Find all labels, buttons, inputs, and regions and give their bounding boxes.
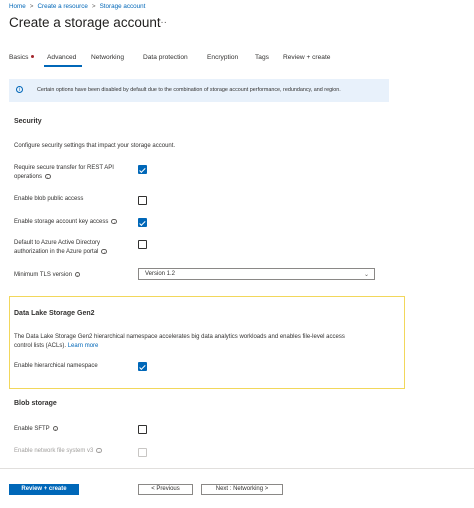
info-banner-text: Certain options have been disabled by de… [37,87,341,93]
tls-version-label: Minimum TLS version i [14,271,81,280]
breadcrumb-create-resource[interactable]: Create a resource [37,3,87,10]
tab-basics[interactable]: Basics [9,54,28,61]
security-heading: Security [14,118,42,125]
sftp-text: Enable SFTP [14,426,50,432]
blob-public-access-checkbox[interactable] [138,196,147,205]
previous-button[interactable]: < Previous [138,484,193,495]
default-aad-label-line1: Default to Azure Active Directory [14,240,101,246]
secure-transfer-checkbox[interactable] [138,165,147,174]
secure-transfer-label: Require secure transfer for REST API ope… [14,164,134,182]
default-aad-label-line2: authorization in the Azure portal [14,249,99,255]
account-key-access-label: Enable storage account key access i [14,218,117,227]
info-icon: i [16,86,23,93]
account-key-access-checkbox[interactable] [138,218,147,227]
chevron-right-icon: > [29,3,34,10]
footer-divider [0,468,474,469]
hierarchical-namespace-label: Enable hierarchical namespace [14,363,98,369]
tls-version-text: Minimum TLS version [14,272,72,278]
breadcrumb: Home > Create a resource > Storage account [9,3,145,10]
blob-public-access-text: Enable blob public access [14,196,84,202]
active-tab-indicator [44,65,82,67]
chevron-right-icon: > [91,3,96,10]
info-icon[interactable]: i [101,248,107,255]
secure-transfer-label-line2: operations [14,174,43,180]
info-icon[interactable]: i [111,218,117,225]
tls-version-select[interactable]: Version 1.2 ⌄ [138,268,375,280]
data-lake-description-line1: The Data Lake Storage Gen2 hierarchical … [14,334,345,340]
more-options-icon[interactable]: ··· [157,17,167,28]
data-lake-description: The Data Lake Storage Gen2 hierarchical … [14,333,399,351]
account-key-access-text: Enable storage account key access [14,219,109,225]
tab-tags[interactable]: Tags [255,54,269,61]
nfs-text: Enable network file system v3 [14,448,94,454]
nfs-label: Enable network file system v3 i [14,447,102,456]
info-icon[interactable]: i [74,271,81,278]
next-networking-button[interactable]: Next : Networking > [201,484,283,495]
info-icon[interactable]: i [45,173,51,180]
breadcrumb-home[interactable]: Home [9,3,26,10]
sftp-checkbox[interactable] [138,425,147,434]
chevron-down-icon: ⌄ [363,272,369,278]
info-icon: i [96,447,102,454]
secure-transfer-label-line1: Require secure transfer for REST API [14,165,114,171]
blob-storage-heading: Blob storage [14,400,57,407]
default-aad-label: Default to Azure Active Directory author… [14,239,139,257]
page-title: Create a storage account [9,15,161,30]
info-icon[interactable]: i [52,425,59,432]
tab-data-protection[interactable]: Data protection [143,54,188,61]
breadcrumb-storage-account[interactable]: Storage account [100,3,146,10]
nfs-checkbox [138,448,147,457]
tls-version-value: Version 1.2 [145,271,176,277]
blob-public-access-label: Enable blob public access [14,195,83,204]
tab-advanced[interactable]: Advanced [47,54,76,61]
sftp-label: Enable SFTP i [14,425,59,434]
review-create-button[interactable]: Review + create [9,484,79,495]
hierarchical-namespace-checkbox[interactable] [138,362,147,371]
security-description: Configure security settings that impact … [14,143,176,149]
tab-review-create[interactable]: Review + create [283,54,330,61]
error-dot-icon [31,55,34,58]
default-aad-checkbox[interactable] [138,240,147,249]
tab-networking[interactable]: Networking [91,54,124,61]
data-lake-description-line2: control lists (ACLs). [14,343,67,349]
data-lake-heading: Data Lake Storage Gen2 [14,310,95,317]
learn-more-link[interactable]: Learn more [68,343,99,349]
tab-encryption[interactable]: Encryption [207,54,238,61]
